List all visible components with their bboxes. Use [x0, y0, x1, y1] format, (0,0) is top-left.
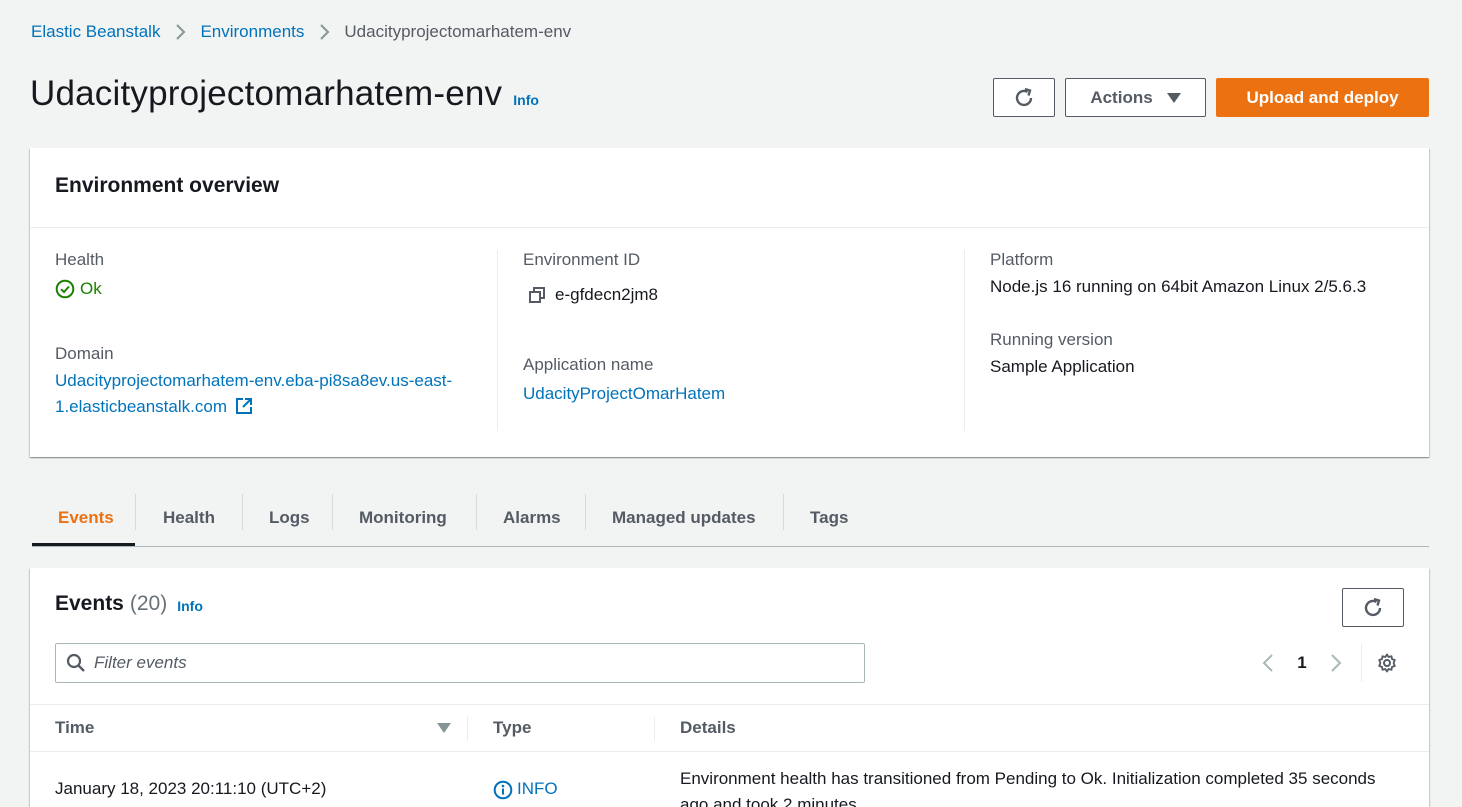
environment-overview-panel: Environment overview Health Ok Domain Ud… — [30, 148, 1429, 457]
check-circle-icon — [55, 279, 75, 299]
application-name-link[interactable]: UdacityProjectOmarHatem — [523, 384, 725, 403]
current-page[interactable]: 1 — [1285, 653, 1319, 673]
environment-id-label: Environment ID — [523, 250, 641, 269]
events-title: Events — [55, 592, 124, 615]
chevron-right-icon — [304, 23, 344, 41]
filter-events-field[interactable] — [55, 643, 865, 683]
events-count: (20) — [129, 592, 168, 615]
tab-events[interactable]: Events — [32, 490, 135, 546]
tab-label: Events — [58, 508, 114, 527]
header-actions: Actions Upload and deploy — [993, 78, 1429, 117]
overview-column-2: Environment ID e-gfdecn2jm8 Application … — [497, 250, 964, 431]
column-header-time[interactable]: Time — [30, 705, 468, 751]
settings-gear-icon — [1378, 653, 1396, 673]
health-label: Health — [55, 250, 105, 269]
domain-link[interactable]: Udacityprojectomarhatem-env.eba-pi8sa8ev… — [55, 371, 452, 416]
upload-and-deploy-button[interactable]: Upload and deploy — [1216, 78, 1429, 117]
actions-label: Actions — [1090, 87, 1153, 107]
info-circle-icon — [493, 780, 513, 800]
event-time: January 18, 2023 20:11:10 (UTC+2) — [55, 779, 327, 798]
caret-down-icon — [1166, 92, 1181, 103]
overview-column-1: Health Ok Domain Udacityprojectomarhatem… — [30, 250, 497, 431]
environment-id-value: e-gfdecn2jm8 — [555, 285, 659, 304]
tab-health[interactable]: Health — [135, 490, 243, 546]
refresh-icon — [1015, 87, 1033, 106]
table-row: January 18, 2023 20:11:10 (UTC+2) INFO E… — [30, 753, 1429, 807]
tab-monitoring[interactable]: Monitoring — [333, 490, 477, 546]
column-label: Type — [493, 718, 532, 737]
chevron-right-icon — [160, 23, 200, 41]
tab-bar: Events Health Logs Monitoring Alarms Man… — [32, 490, 1429, 547]
environment-id-row: e-gfdecn2jm8 — [523, 282, 964, 308]
filter-events-input[interactable] — [94, 653, 794, 673]
event-type-label: INFO — [517, 779, 558, 798]
events-panel: Events (20) Info 1 Time Type — [30, 568, 1429, 807]
overview-body: Health Ok Domain Udacityprojectomarhatem… — [30, 228, 1429, 431]
health-status: Ok — [55, 279, 497, 299]
sort-descending-icon[interactable] — [437, 723, 451, 733]
application-name-value: UdacityProjectOmarHatem — [523, 381, 964, 407]
event-details: Environment health has transitioned from… — [680, 769, 1376, 807]
chevron-right-icon — [1331, 654, 1342, 672]
tab-alarms[interactable]: Alarms — [477, 490, 586, 546]
column-header-details[interactable]: Details — [655, 705, 1429, 751]
tab-label: Alarms — [503, 508, 561, 527]
column-label: Time — [55, 718, 95, 737]
health-value: Ok — [80, 279, 102, 298]
search-icon — [66, 653, 85, 672]
external-link-icon[interactable] — [235, 397, 253, 415]
tab-label: Health — [163, 508, 215, 527]
refresh-icon — [1364, 597, 1382, 616]
next-page-button[interactable] — [1319, 653, 1353, 673]
page-title: Udacityprojectomarhatem-env — [30, 74, 503, 113]
breadcrumb-environments[interactable]: Environments — [200, 22, 304, 42]
copy-icon[interactable] — [529, 286, 546, 304]
overview-column-3: Platform Node.js 16 running on 64bit Ama… — [964, 250, 1429, 431]
info-link[interactable]: Info — [513, 92, 539, 108]
events-table-header: Time Type Details — [30, 704, 1429, 752]
overview-header: Environment overview — [30, 148, 1429, 228]
page-header: Udacityprojectomarhatem-env Info — [30, 74, 539, 114]
events-info-link[interactable]: Info — [177, 598, 203, 614]
breadcrumb-current: Udacityprojectomarhatem-env — [344, 22, 572, 41]
preferences-button[interactable] — [1370, 653, 1404, 673]
chevron-left-icon — [1262, 654, 1273, 672]
events-refresh-button[interactable] — [1342, 588, 1404, 627]
tab-managed-updates[interactable]: Managed updates — [586, 490, 784, 546]
running-version-label: Running version — [990, 330, 1113, 349]
actions-dropdown[interactable]: Actions — [1065, 78, 1206, 117]
tab-label: Tags — [810, 508, 849, 527]
events-header: Events (20) Info — [30, 568, 1429, 640]
breadcrumb: Elastic Beanstalk Environments Udacitypr… — [31, 22, 571, 42]
overview-title: Environment overview — [55, 174, 280, 197]
tab-logs[interactable]: Logs — [243, 490, 333, 546]
platform-label: Platform — [990, 250, 1054, 269]
tab-label: Monitoring — [359, 508, 447, 527]
event-type: INFO — [468, 753, 655, 807]
tab-label: Logs — [269, 508, 310, 527]
pager-divider — [1361, 644, 1362, 682]
application-name-label: Application name — [523, 355, 654, 374]
tab-tags[interactable]: Tags — [784, 490, 879, 546]
running-version-value: Sample Application — [990, 357, 1135, 376]
column-label: Details — [680, 718, 736, 737]
tab-label: Managed updates — [612, 508, 756, 527]
domain-value: Udacityprojectomarhatem-env.eba-pi8sa8ev… — [55, 368, 455, 420]
column-header-type[interactable]: Type — [468, 705, 655, 751]
platform-value: Node.js 16 running on 64bit Amazon Linux… — [990, 277, 1367, 296]
previous-page-button[interactable] — [1251, 653, 1285, 673]
refresh-button[interactable] — [993, 78, 1055, 117]
pagination: 1 — [1251, 644, 1404, 682]
tab-divider — [135, 494, 136, 530]
breadcrumb-elastic-beanstalk[interactable]: Elastic Beanstalk — [31, 22, 160, 42]
domain-label: Domain — [55, 344, 114, 363]
